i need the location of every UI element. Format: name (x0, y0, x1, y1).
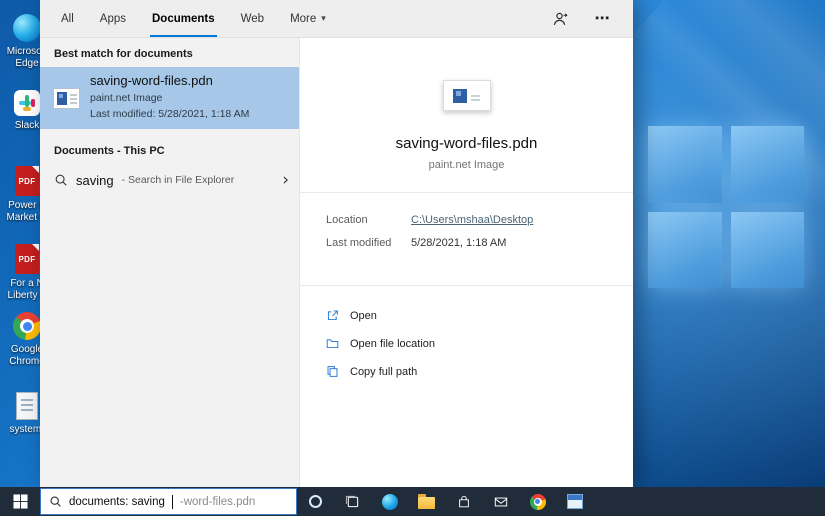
preview-file-type: paint.net Image (300, 159, 633, 171)
user-icon (552, 11, 568, 27)
cortana-button[interactable] (297, 487, 334, 516)
file-details: Location C:\Users\mshaa\Desktop Last mod… (300, 193, 633, 264)
ellipsis-icon: ⋯ (595, 11, 610, 26)
location-link[interactable]: C:\Users\mshaa\Desktop (411, 214, 533, 226)
tab-all[interactable]: All (48, 0, 87, 37)
location-label: Location (326, 214, 411, 226)
tab-more[interactable]: More ▾ (277, 0, 339, 37)
search-suggestion-text: -word-files.pdn (180, 496, 255, 508)
pdf-icon: PDF (15, 244, 39, 274)
task-view-button[interactable] (334, 487, 371, 516)
pdn-mini-lines (471, 95, 480, 97)
edge-icon (382, 494, 398, 510)
action-label: Open file location (350, 338, 435, 350)
tab-web[interactable]: Web (228, 0, 277, 37)
edge-taskbar-button[interactable] (371, 487, 408, 516)
chevron-down-icon: ▾ (321, 13, 326, 24)
search-filter-tabs: All Apps Documents Web More ▾ ⋯ (40, 0, 633, 38)
modified-label: Last modified (326, 237, 411, 249)
pdf-icon: PDF (15, 166, 39, 196)
search-flyout: All Apps Documents Web More ▾ ⋯ (40, 0, 633, 487)
search-in-explorer-row[interactable]: saving - Search in File Explorer › (40, 164, 299, 196)
folder-icon (326, 337, 339, 350)
text-cursor (172, 495, 173, 509)
flyout-header-actions: ⋯ (551, 0, 633, 37)
tab-apps[interactable]: Apps (87, 0, 139, 37)
tab-label: Web (241, 13, 264, 25)
store-button[interactable] (445, 487, 482, 516)
action-copy-full-path[interactable]: Copy full path (326, 365, 607, 378)
tab-documents[interactable]: Documents (139, 0, 228, 37)
slack-icon (14, 90, 40, 116)
result-modified: Last modified: 5/28/2021, 1:18 AM (90, 107, 249, 123)
action-open-file-location[interactable]: Open file location (326, 337, 607, 350)
documents-section-header: Documents - This PC (40, 135, 299, 164)
windows-logo (648, 126, 804, 288)
tab-label: All (61, 13, 74, 25)
best-match-text: saving-word-files.pdn paint.net Image La… (90, 73, 249, 123)
start-button[interactable] (0, 487, 40, 516)
taskbar: documents: saving -word-files.pdn (0, 487, 825, 516)
paint-net-icon (567, 494, 583, 509)
mail-icon (494, 495, 508, 509)
windows-start-icon (13, 494, 28, 509)
tab-label: Apps (100, 13, 126, 25)
file-actions: Open Open file location Copy full path (300, 286, 633, 401)
detail-location: Location C:\Users\mshaa\Desktop (326, 214, 607, 226)
mail-button[interactable] (482, 487, 519, 516)
modified-value: 5/28/2021, 1:18 AM (411, 237, 506, 249)
document-icon (16, 392, 38, 420)
search-typed-text: documents: saving (69, 496, 165, 508)
windows-logo-pane (648, 126, 722, 203)
chrome-icon (13, 312, 41, 340)
chrome-icon (530, 494, 546, 510)
result-type: paint.net Image (90, 91, 249, 107)
flyout-body: Best match for documents saving-word-fil… (40, 38, 633, 487)
open-icon (326, 309, 339, 322)
tab-label: Documents (152, 13, 215, 25)
search-term: saving (76, 173, 114, 188)
action-label: Open (350, 310, 377, 322)
store-icon (457, 495, 471, 509)
user-account-button[interactable] (551, 10, 569, 28)
desktop-icon-label: Slack (15, 120, 39, 132)
cortana-icon (309, 495, 322, 508)
file-preview-thumbnail (443, 80, 491, 111)
copy-icon (326, 365, 339, 378)
file-explorer-button[interactable] (408, 487, 445, 516)
screen: Microsoft Edge Slack PDF Power P Market … (0, 0, 825, 516)
preview-file-name: saving-word-files.pdn (300, 135, 633, 152)
file-explorer-icon (418, 497, 435, 509)
task-view-icon (345, 494, 360, 509)
pdf-badge: PDF (19, 255, 36, 264)
result-title: saving-word-files.pdn (90, 73, 249, 88)
action-open[interactable]: Open (326, 309, 607, 322)
windows-logo-pane (731, 212, 805, 289)
tab-label: More (290, 13, 316, 25)
pdn-file-icon (53, 88, 80, 109)
best-match-header: Best match for documents (40, 38, 299, 67)
chrome-taskbar-button[interactable] (519, 487, 556, 516)
search-icon (54, 173, 68, 187)
taskbar-search-input[interactable]: documents: saving -word-files.pdn (40, 488, 297, 515)
preview-pane: saving-word-files.pdn paint.net Image Lo… (299, 38, 633, 487)
search-icon (49, 495, 62, 508)
results-pane: Best match for documents saving-word-fil… (40, 38, 299, 487)
windows-logo-pane (648, 212, 722, 289)
detail-modified: Last modified 5/28/2021, 1:18 AM (326, 237, 607, 249)
edge-icon (13, 14, 41, 42)
best-match-result[interactable]: saving-word-files.pdn paint.net Image La… (40, 67, 299, 129)
more-options-button[interactable]: ⋯ (593, 10, 611, 28)
pdf-badge: PDF (19, 177, 36, 186)
windows-logo-pane (731, 126, 805, 203)
search-hint: - Search in File Explorer (122, 174, 235, 186)
paint-net-button[interactable] (556, 487, 593, 516)
chevron-right-icon: › (282, 172, 289, 189)
pdn-mini-icon (453, 89, 467, 103)
action-label: Copy full path (350, 366, 417, 378)
